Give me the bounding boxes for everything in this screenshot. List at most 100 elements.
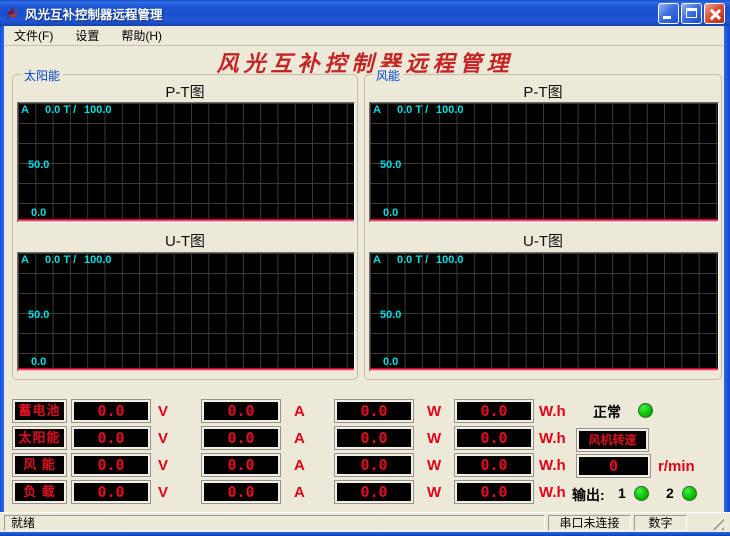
menubar: 文件(F) 设置 帮助(H)	[4, 26, 726, 46]
close-button[interactable]	[704, 3, 725, 24]
statusbar-num-mode: 数字	[634, 515, 687, 531]
menu-help[interactable]: 帮助(H)	[117, 26, 166, 45]
app-icon	[5, 5, 21, 21]
y-tick-min: 0.0	[31, 207, 46, 219]
y-axis-label: A	[373, 254, 381, 266]
output-label: 输出:	[572, 485, 605, 505]
solar-current-display: 0.0	[202, 427, 280, 449]
minimize-button[interactable]	[658, 3, 679, 24]
menu-file[interactable]: 文件(F)	[10, 26, 57, 45]
wind-ut-chart: A 0.0 T / 100.0 50.0 0.0	[369, 252, 719, 372]
y-tick-mid: 50.0	[380, 159, 401, 171]
y-tick-mid: 50.0	[28, 159, 49, 171]
time-start-label: 0.0 T /	[45, 104, 76, 116]
y-tick-min: 0.0	[31, 356, 46, 368]
volt-unit: V	[158, 430, 168, 447]
app-window: 风光互补控制器远程管理 文件(F) 设置 帮助(H) 风光互补控制器远程管理 太…	[0, 0, 730, 536]
fan-speed-label: 风机转速	[577, 429, 648, 451]
output1-number: 1	[618, 485, 626, 501]
battery-voltage-display: 0.0	[72, 400, 150, 422]
time-start-label: 0.0 T /	[397, 104, 428, 116]
y-axis-label: A	[21, 104, 29, 116]
wind-current-display: 0.0	[202, 454, 280, 476]
amp-unit: A	[294, 457, 305, 474]
wh-unit: W.h	[539, 484, 566, 501]
window-border-right	[724, 26, 730, 532]
wind-power-display: 0.0	[335, 454, 413, 476]
window-border-bottom	[0, 532, 730, 536]
x-axis-line	[18, 219, 354, 222]
time-start-label: 0.0 T /	[45, 254, 76, 266]
normal-status-led	[638, 403, 653, 418]
amp-unit: A	[294, 403, 305, 420]
output1-led	[634, 486, 649, 501]
solar-pt-chart-title: P-T图	[13, 81, 357, 102]
y-axis-label: A	[21, 254, 29, 266]
group-solar: 太阳能 P-T图 A 0.0 T / 100.0 50.0 0.0 U-T图 A…	[12, 74, 358, 380]
scale-max-label: 100.0	[436, 254, 464, 266]
scale-max-label: 100.0	[84, 104, 112, 116]
wh-unit: W.h	[539, 403, 566, 420]
window-title: 风光互补控制器远程管理	[25, 4, 658, 23]
watt-unit: W	[427, 457, 441, 474]
x-axis-line	[370, 368, 718, 371]
normal-status-label: 正常	[593, 402, 621, 422]
rpm-unit: r/min	[658, 458, 695, 475]
output2-led	[682, 486, 697, 501]
watt-unit: W	[427, 484, 441, 501]
scale-max-label: 100.0	[436, 104, 464, 116]
wind-label: 风 能	[13, 454, 66, 476]
y-tick-mid: 50.0	[28, 309, 49, 321]
battery-power-display: 0.0	[335, 400, 413, 422]
load-power-display: 0.0	[335, 481, 413, 503]
statusbar-serial-status: 串口未连接	[548, 515, 631, 531]
resize-grip[interactable]	[711, 517, 724, 530]
time-start-label: 0.0 T /	[397, 254, 428, 266]
group-wind: 风能 P-T图 A 0.0 T / 100.0 50.0 0.0 U-T图 A …	[364, 74, 722, 380]
wh-unit: W.h	[539, 430, 566, 447]
volt-unit: V	[158, 403, 168, 420]
menu-settings[interactable]: 设置	[71, 26, 103, 45]
amp-unit: A	[294, 484, 305, 501]
load-current-display: 0.0	[202, 481, 280, 503]
watt-unit: W	[427, 403, 441, 420]
amp-unit: A	[294, 430, 305, 447]
minimize-icon	[663, 16, 671, 19]
maximize-icon	[686, 8, 697, 18]
solar-energy-display: 0.0	[455, 427, 533, 449]
battery-label: 蓄电池	[13, 400, 66, 422]
window-border-left	[0, 26, 4, 532]
y-axis-label: A	[373, 104, 381, 116]
maximize-button[interactable]	[681, 3, 702, 24]
load-voltage-display: 0.0	[72, 481, 150, 503]
solar-power-display: 0.0	[335, 427, 413, 449]
battery-current-display: 0.0	[202, 400, 280, 422]
wind-pt-chart-title: P-T图	[365, 81, 721, 102]
output2-number: 2	[666, 485, 674, 501]
wind-voltage-display: 0.0	[72, 454, 150, 476]
wind-pt-chart: A 0.0 T / 100.0 50.0 0.0	[369, 102, 719, 223]
solar-voltage-display: 0.0	[72, 427, 150, 449]
x-axis-line	[370, 219, 718, 222]
statusbar: 就绪 串口未连接 数字	[0, 512, 730, 532]
volt-unit: V	[158, 484, 168, 501]
solar-ut-chart: A 0.0 T / 100.0 50.0 0.0	[17, 252, 355, 372]
wind-ut-chart-title: U-T图	[365, 230, 721, 251]
y-tick-min: 0.0	[383, 207, 398, 219]
load-label: 负 载	[13, 481, 66, 503]
wind-energy-display: 0.0	[455, 454, 533, 476]
fan-speed-display: 0	[577, 455, 650, 477]
y-tick-mid: 50.0	[380, 309, 401, 321]
titlebar[interactable]: 风光互补控制器远程管理	[0, 0, 730, 26]
battery-energy-display: 0.0	[455, 400, 533, 422]
scale-max-label: 100.0	[84, 254, 112, 266]
solar-pt-chart: A 0.0 T / 100.0 50.0 0.0	[17, 102, 355, 223]
y-tick-min: 0.0	[383, 356, 398, 368]
watt-unit: W	[427, 430, 441, 447]
wh-unit: W.h	[539, 457, 566, 474]
solar-label: 太阳能	[13, 427, 66, 449]
x-axis-line	[18, 368, 354, 371]
statusbar-ready: 就绪	[4, 515, 545, 531]
solar-ut-chart-title: U-T图	[13, 230, 357, 251]
load-energy-display: 0.0	[455, 481, 533, 503]
